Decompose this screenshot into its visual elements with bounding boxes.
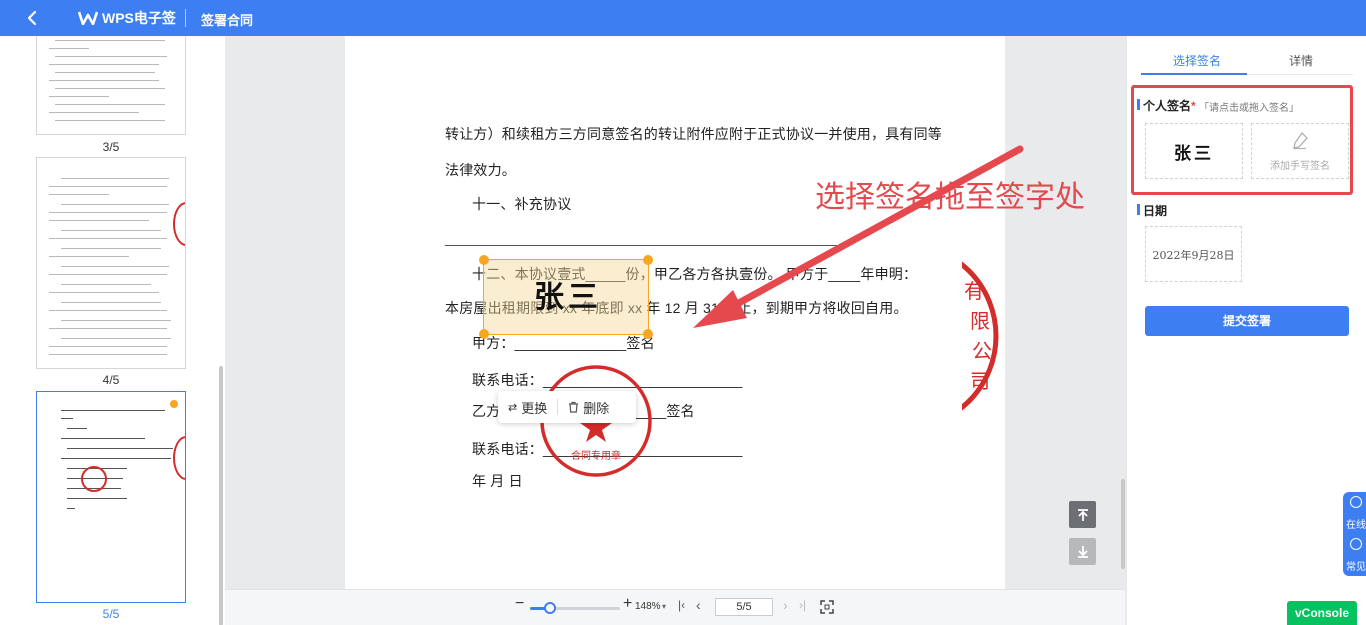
pen-icon — [1293, 132, 1308, 150]
resize-handle[interactable] — [643, 255, 653, 265]
resize-handle[interactable] — [479, 255, 489, 265]
tab-select-signature[interactable]: 选择签名 — [1173, 52, 1221, 69]
help-float-widget[interactable]: 在线 常见 — [1343, 492, 1366, 576]
swap-icon: ⇄ — [508, 401, 518, 414]
saved-signature-card[interactable]: 张三 — [1145, 123, 1243, 179]
placed-signature-text: 张三 — [534, 280, 602, 315]
page-thumbnails-panel: 3/5 4/5 5/5 — [0, 36, 225, 625]
thumbnail-label: 5/5 — [102, 607, 120, 621]
app-name: WPS电子签 — [102, 10, 176, 26]
placed-signature-box[interactable]: 张三 — [479, 255, 653, 339]
resize-handle[interactable] — [643, 329, 653, 339]
resize-handle[interactable] — [479, 329, 489, 339]
scroll-to-bottom-button[interactable] — [1069, 538, 1096, 565]
back-arrow-icon[interactable] — [22, 8, 42, 28]
tab-details[interactable]: 详情 — [1289, 52, 1313, 69]
delete-button[interactable]: 删除 — [558, 398, 619, 417]
add-handwritten-label: 添加手写签名 — [1270, 161, 1330, 172]
tab-active-indicator — [1141, 73, 1247, 75]
arrow-up-icon — [1077, 508, 1088, 521]
question-icon — [1350, 538, 1362, 550]
vconsole-button[interactable]: vConsole — [1287, 601, 1357, 625]
personal-signature-label: 个人签名 — [1143, 99, 1192, 113]
thumbnail-page-3[interactable] — [36, 36, 186, 135]
stamp-fragment — [81, 466, 107, 492]
stamp-fragment — [173, 202, 185, 246]
thumbnail-scrollbar[interactable] — [219, 366, 223, 625]
signature-action-menu: ⇄ 更换 删除 — [498, 391, 636, 423]
submit-sign-button[interactable]: 提交签署 — [1145, 306, 1349, 336]
date-card[interactable]: 2022年9月28日 — [1145, 226, 1242, 282]
signature-panel: 选择签名 详情 个人签名* 「请点击或拖入签名」 张三 添加手写签名 日期 20… — [1126, 36, 1366, 625]
zoom-in-icon[interactable]: + — [623, 595, 632, 613]
prev-page-icon[interactable]: ‹ — [696, 597, 701, 613]
last-page-icon[interactable]: ›| — [799, 598, 806, 612]
add-handwritten-signature-button[interactable]: 添加手写签名 — [1251, 123, 1349, 179]
header-divider — [185, 9, 186, 27]
trash-icon — [569, 401, 579, 413]
delete-label: 删除 — [583, 400, 610, 416]
next-page-icon[interactable]: › — [783, 597, 788, 613]
drag-arrow-icon — [693, 145, 1024, 328]
scroll-to-top-button[interactable] — [1069, 501, 1096, 528]
document-scrollbar[interactable] — [1121, 479, 1125, 569]
required-mark: * — [1191, 99, 1196, 113]
document-viewer: 转让方）和续租方三方同意签名的转让附件应附于正式协议一并使用，具有同等 法律效力… — [225, 36, 1125, 589]
zoom-slider[interactable] — [530, 602, 620, 614]
page-title: 签署合同 — [201, 13, 254, 28]
seal-label: 合同专用章 — [571, 449, 621, 462]
wps-logo-icon — [78, 11, 98, 25]
date-value: 2022年9月28日 — [1152, 249, 1235, 262]
zoom-out-icon[interactable]: − — [515, 595, 524, 613]
doc-line: 法律效力。 — [445, 162, 516, 178]
stamp-fragment — [173, 436, 185, 480]
fullscreen-icon[interactable] — [820, 600, 834, 619]
thumbnail-label: 4/5 — [102, 373, 120, 387]
bottom-toolbar: − + 148% ▾ |‹ ‹ 5/5 › ›| — [225, 589, 1125, 625]
signature-hint: 「请点击或拖入签名」 — [1199, 103, 1299, 114]
doc-line: 甲方：______________签名 — [472, 335, 655, 351]
arrow-down-icon — [1077, 545, 1088, 558]
faq-label: 常见 — [1346, 562, 1366, 573]
thumbnail-page-4[interactable] — [36, 157, 186, 369]
caret-down-icon[interactable]: ▾ — [662, 602, 666, 611]
signature-marker-dot — [170, 400, 178, 408]
page-number-input[interactable]: 5/5 — [715, 598, 773, 616]
replace-label: 更换 — [521, 400, 548, 416]
saved-signature-text: 张三 — [1174, 144, 1214, 164]
thumbnail-page-5[interactable] — [36, 391, 186, 603]
replace-button[interactable]: ⇄ 更换 — [498, 398, 557, 417]
date-title: 日期 — [1137, 202, 1167, 219]
doc-line: 年 月 日 — [472, 473, 523, 489]
zoom-level[interactable]: 148% — [635, 601, 661, 612]
app-logo: WPS电子签 — [78, 9, 176, 27]
top-bar: WPS电子签 签署合同 — [0, 0, 1366, 36]
personal-signature-title: 个人签名* — [1137, 97, 1196, 114]
thumbnail-label: 3/5 — [102, 140, 120, 154]
zoom-slider-knob[interactable] — [543, 602, 556, 614]
online-service-label: 在线 — [1346, 520, 1366, 531]
doc-line: 十一、补充协议 — [472, 196, 572, 212]
document-page: 转让方）和续租方三方同意签名的转让附件应附于正式协议一并使用，具有同等 法律效力… — [345, 36, 1085, 589]
headset-icon — [1350, 496, 1362, 508]
first-page-icon[interactable]: |‹ — [678, 598, 685, 612]
